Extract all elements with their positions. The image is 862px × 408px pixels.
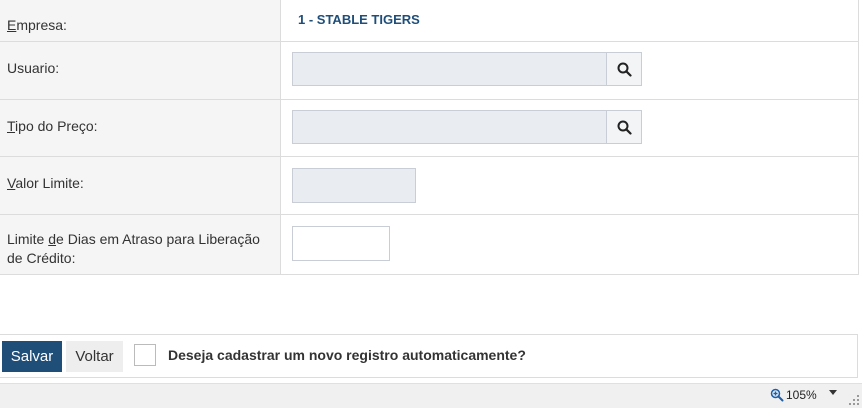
usuario-search-button[interactable] [606, 53, 641, 85]
label-valor-limite: Valor Limite: [0, 157, 281, 214]
label-usuario: Usuario: [0, 42, 281, 99]
row-empresa: Empresa: 1 - STABLE TIGERS [0, 0, 858, 42]
row-tipo-preco: Tipo do Preço: [0, 100, 858, 157]
valor-limite-input[interactable] [292, 168, 416, 203]
label-tipo-preco: Tipo do Preço: [0, 100, 281, 156]
action-bar: Salvar Voltar Deseja cadastrar um novo r… [0, 334, 858, 378]
status-bar: 105% [0, 383, 862, 408]
label-empresa: Empresa: [0, 0, 281, 41]
resize-grip-icon[interactable] [849, 395, 859, 405]
row-valor-limite: Valor Limite: [0, 157, 858, 215]
company-value: 1 - STABLE TIGERS [298, 12, 420, 27]
row-limite-dias: Limite de Dias em Atraso para Liberação … [0, 215, 858, 275]
limite-dias-input[interactable] [292, 226, 390, 261]
zoom-control[interactable]: 105% [770, 388, 817, 402]
save-button[interactable]: Salvar [2, 341, 62, 372]
row-usuario: Usuario: [0, 42, 858, 100]
auto-register-checkbox[interactable] [134, 344, 156, 366]
usuario-lookup [292, 52, 642, 86]
tipo-preco-input[interactable] [293, 111, 606, 143]
caret-down-icon[interactable] [829, 390, 837, 396]
zoom-icon [770, 388, 784, 402]
tipo-preco-lookup [292, 110, 642, 144]
label-limite-dias: Limite de Dias em Atraso para Liberação … [0, 215, 281, 274]
back-button[interactable]: Voltar [66, 341, 123, 372]
search-icon [617, 120, 632, 135]
usuario-input[interactable] [293, 53, 606, 85]
zoom-level: 105% [786, 388, 817, 402]
parameters-form: Empresa: 1 - STABLE TIGERS Usuario: Tipo… [0, 0, 859, 275]
auto-register-label: Deseja cadastrar um novo registro automa… [168, 347, 526, 363]
tipo-preco-search-button[interactable] [606, 111, 641, 143]
search-icon [617, 62, 632, 77]
